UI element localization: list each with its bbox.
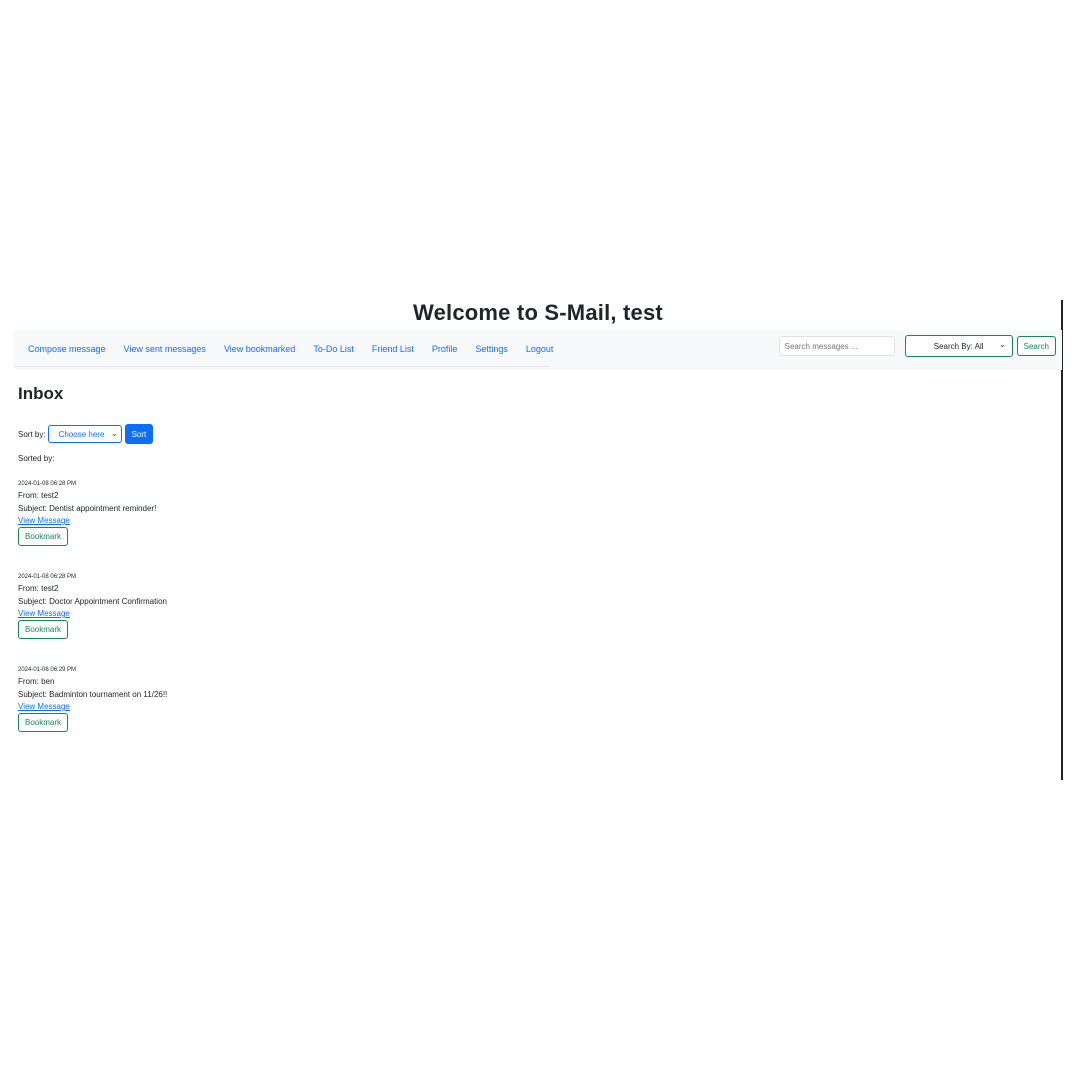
nav-view-sent-messages[interactable]: View sent messages — [124, 344, 206, 354]
search-input[interactable] — [778, 336, 895, 356]
nav-todo-list[interactable]: To-Do List — [313, 344, 354, 354]
sort-button[interactable]: Sort — [124, 424, 154, 444]
message-timestamp: 2024-01-08 06:28 PM — [18, 481, 77, 487]
search-area: Search By: All ⌄ Search — [778, 335, 1056, 357]
page: Welcome to S-Mail, test Compose message … — [0, 0, 1080, 1080]
nav-settings[interactable]: Settings — [475, 344, 508, 354]
chevron-down-icon: ⌄ — [110, 429, 118, 438]
sort-select[interactable]: Choose here ⌄ — [47, 425, 122, 443]
view-message-link[interactable]: View Message — [18, 515, 167, 526]
message-item: 2024-01-08 06:28 PM From: test2 Subject:… — [18, 480, 167, 573]
message-subject: Subject: Dentist appointment reminder! — [18, 504, 157, 513]
message-from: From: test2 — [18, 584, 59, 593]
search-by-select-value: Search By: All — [933, 341, 984, 351]
bookmark-button[interactable]: Bookmark — [18, 527, 69, 546]
message-subject: Subject: Doctor Appointment Confirmation — [18, 597, 167, 606]
sort-label: Sort by: — [18, 429, 46, 439]
nav-links: Compose message View sent messages View … — [28, 330, 553, 368]
app-container: Welcome to S-Mail, test Compose message … — [14, 296, 1062, 780]
message-item: 2024-01-08 06:28 PM From: test2 Subject:… — [18, 573, 167, 666]
bookmark-button[interactable]: Bookmark — [18, 713, 69, 732]
nav-divider — [14, 366, 550, 367]
message-timestamp: 2024-01-08 06:28 PM — [18, 574, 77, 580]
nav-logout[interactable]: Logout — [526, 344, 554, 354]
sort-row: Sort by: Choose here ⌄ Sort — [18, 424, 154, 444]
view-message-link[interactable]: View Message — [18, 701, 167, 712]
search-button[interactable]: Search — [1016, 336, 1056, 356]
nav-compose-message[interactable]: Compose message — [28, 344, 106, 354]
nav-friend-list[interactable]: Friend List — [372, 344, 414, 354]
sorted-by-label: Sorted by: — [18, 454, 55, 463]
nav-view-bookmarked[interactable]: View bookmarked — [224, 344, 295, 354]
message-from: From: test2 — [18, 491, 59, 500]
message-subject: Subject: Badminton tournament on 11/26!! — [18, 690, 168, 699]
message-timestamp: 2024-01-08 06:29 PM — [18, 667, 77, 673]
nav-profile[interactable]: Profile — [432, 344, 458, 354]
search-by-select[interactable]: Search By: All ⌄ — [904, 335, 1013, 357]
message-list: 2024-01-08 06:28 PM From: test2 Subject:… — [18, 480, 167, 759]
view-message-link[interactable]: View Message — [18, 608, 167, 619]
message-item: 2024-01-08 06:29 PM From: ben Subject: B… — [18, 666, 167, 759]
bookmark-button[interactable]: Bookmark — [18, 620, 69, 639]
page-title: Welcome to S-Mail, test — [413, 300, 663, 325]
chevron-down-icon: ⌄ — [998, 340, 1006, 349]
message-from: From: ben — [18, 677, 55, 686]
sort-select-value: Choose here — [58, 429, 105, 439]
navbar: Compose message View sent messages View … — [14, 330, 1062, 370]
inbox-heading: Inbox — [18, 384, 64, 403]
